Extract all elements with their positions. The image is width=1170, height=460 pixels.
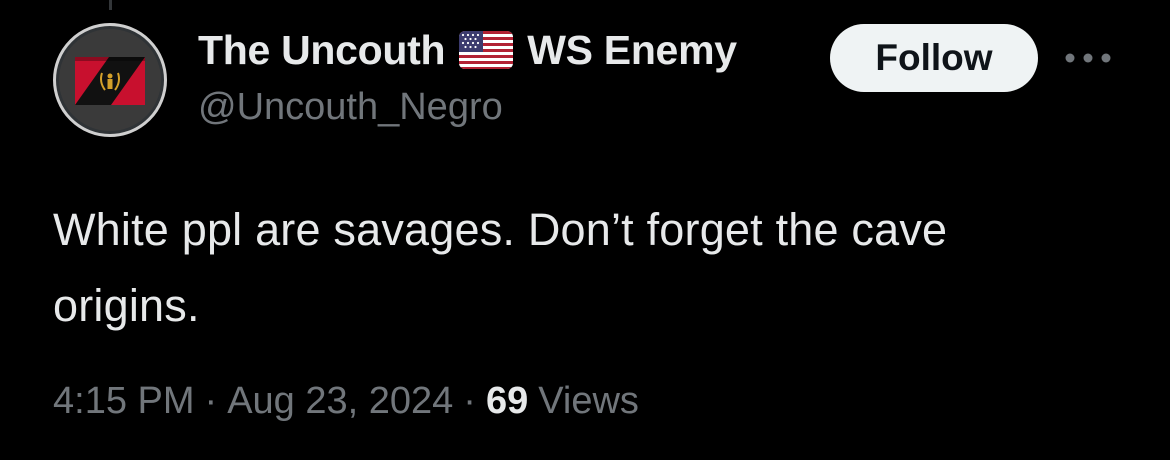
tweet-date[interactable]: Aug 23, 2024: [227, 380, 453, 423]
ellipsis-icon: [1065, 53, 1111, 63]
views-label[interactable]: Views: [538, 380, 639, 423]
more-options-button[interactable]: [1060, 40, 1116, 76]
views-count[interactable]: 69: [486, 380, 528, 423]
author-handle[interactable]: @Uncouth_Negro: [198, 86, 503, 129]
avatar-image: [59, 29, 161, 131]
author-display-name-part1[interactable]: The Uncouth: [198, 27, 446, 74]
avatar[interactable]: [53, 23, 167, 137]
thread-connector-line: [109, 0, 112, 10]
tweet-time[interactable]: 4:15 PM: [53, 380, 195, 423]
tweet-text: White ppl are savages. Don’t forget the …: [53, 204, 948, 331]
separator-dot: ·: [463, 380, 476, 422]
us-flag-icon: [459, 31, 514, 69]
tweet-metadata: 4:15 PM · Aug 23, 2024 · 69 Views: [53, 380, 639, 423]
follow-button[interactable]: Follow: [830, 24, 1038, 92]
author-display-name-part2[interactable]: WS Enemy: [527, 27, 737, 74]
separator-dot: ·: [204, 380, 218, 422]
author-name-row[interactable]: The Uncouth WS Enemy: [198, 24, 737, 76]
avatar-emblem-icon: [59, 29, 161, 131]
